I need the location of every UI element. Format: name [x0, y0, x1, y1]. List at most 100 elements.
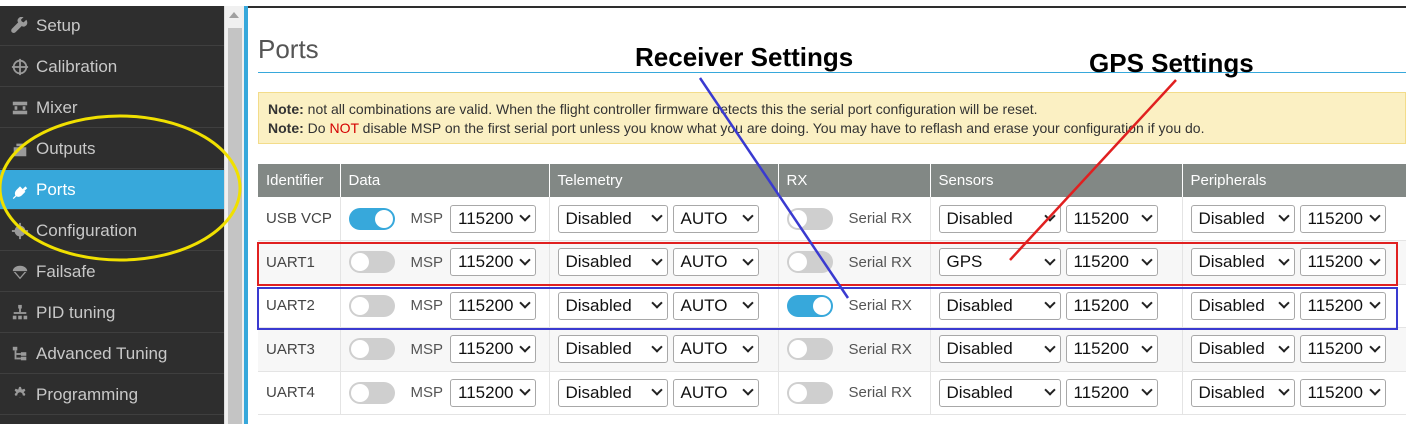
sidebar-item-advanced-tuning[interactable]: Advanced Tuning: [0, 334, 224, 374]
scroll-up-arrow-icon[interactable]: [229, 12, 239, 18]
sidebar-item-mixer[interactable]: Mixer: [0, 88, 224, 128]
header-telemetry: Telemetry: [549, 164, 779, 197]
sensor-baud-select[interactable]: 115200: [1065, 204, 1158, 233]
chevron-down-icon: [650, 384, 663, 396]
toggle-knob: [350, 340, 369, 359]
telemetry-baud-select[interactable]: AUTO: [672, 378, 759, 407]
toggle-knob: [350, 296, 369, 315]
crosshair-icon: [10, 57, 30, 77]
sensors-cell: Disabled 115200: [930, 197, 1183, 241]
sidebar: Setup Calibration Mixer Outputs Ports Co…: [0, 6, 224, 424]
peripheral-select[interactable]: Disabled: [1190, 204, 1295, 233]
sensor-select[interactable]: GPS: [938, 248, 1061, 277]
serial-rx-label: Serial RX: [848, 297, 912, 315]
chevron-down-icon: [741, 384, 754, 396]
msp-toggle[interactable]: [348, 251, 395, 274]
table-header-row: Identifier Data Telemetry RX Sensors Per…: [258, 164, 1406, 197]
telemetry-select[interactable]: Disabled: [557, 291, 668, 320]
peripheral-select[interactable]: Disabled: [1190, 291, 1295, 320]
peripheral-baud-select[interactable]: 115200: [1299, 291, 1386, 320]
select-value: 115200: [458, 295, 514, 315]
chevron-down-icon: [1043, 254, 1056, 266]
peripheral-baud-select[interactable]: 115200: [1299, 335, 1386, 364]
serial-rx-toggle[interactable]: [786, 251, 833, 274]
sidebar-item-pid-tuning[interactable]: PID tuning: [0, 293, 224, 333]
telemetry-select[interactable]: Disabled: [557, 378, 668, 407]
select-value: GPS: [946, 252, 983, 272]
telemetry-select[interactable]: Disabled: [557, 335, 668, 364]
sidebar-item-calibration[interactable]: Calibration: [0, 47, 224, 87]
peripheral-baud-select[interactable]: 115200: [1299, 248, 1386, 277]
chevron-down-icon: [1277, 210, 1290, 222]
table-row: UART3 MSP 115200 Disabled AUTO Serial RX Disab…: [258, 327, 1406, 372]
sidebar-item-label: Ports: [36, 179, 76, 199]
port-identifier-cell: UART4: [258, 371, 341, 415]
msp-baud-select[interactable]: 115200: [450, 204, 537, 233]
msp-baud-select[interactable]: 115200: [450, 378, 537, 407]
serial-rx-toggle[interactable]: [786, 207, 833, 230]
select-value: 115200: [1307, 252, 1363, 272]
msp-baud-select[interactable]: 115200: [450, 291, 537, 320]
sensor-baud-select[interactable]: 115200: [1065, 248, 1158, 277]
plug-icon: [10, 180, 30, 200]
peripheral-baud-select[interactable]: 115200: [1299, 204, 1386, 233]
scroll-thumb[interactable]: [228, 28, 242, 424]
sensors-cell: Disabled 115200: [930, 371, 1183, 415]
sidebar-item-failsafe[interactable]: Failsafe: [0, 252, 224, 292]
serial-rx-label: Serial RX: [848, 384, 912, 402]
msp-toggle[interactable]: [348, 338, 395, 361]
select-value: Disabled: [1198, 208, 1265, 228]
select-value: AUTO: [680, 295, 728, 315]
serial-rx-toggle[interactable]: [786, 338, 833, 361]
sensor-select[interactable]: Disabled: [938, 291, 1061, 320]
msp-toggle[interactable]: [348, 294, 395, 317]
parachute-icon: [10, 262, 30, 282]
select-value: Disabled: [1198, 382, 1265, 402]
table-row: UART2 MSP 115200 Disabled AUTO Serial RX Disab…: [258, 284, 1406, 328]
msp-baud-select[interactable]: 115200: [450, 335, 537, 364]
telemetry-baud-select[interactable]: AUTO: [672, 335, 759, 364]
sensor-baud-select[interactable]: 115200: [1065, 378, 1158, 407]
serial-rx-toggle[interactable]: [786, 381, 833, 404]
msp-baud-select[interactable]: 115200: [450, 248, 537, 277]
select-value: AUTO: [680, 339, 728, 359]
wrench-icon: [10, 16, 30, 36]
sidebar-item-outputs[interactable]: Outputs: [0, 129, 224, 169]
peripheral-select[interactable]: Disabled: [1190, 335, 1295, 364]
telemetry-baud-select[interactable]: AUTO: [672, 204, 759, 233]
sensor-select[interactable]: Disabled: [938, 378, 1061, 407]
toggle-knob: [788, 253, 807, 272]
telemetry-baud-select[interactable]: AUTO: [672, 248, 759, 277]
sidebar-item-label: Calibration: [36, 56, 118, 76]
chevron-down-icon: [650, 297, 663, 309]
sidebar-item-label: Outputs: [36, 138, 96, 158]
sidebar-scrollbar[interactable]: [224, 6, 244, 424]
port-identifier-cell: UART3: [258, 327, 341, 372]
telemetry-baud-select[interactable]: AUTO: [672, 291, 759, 320]
peripheral-select[interactable]: Disabled: [1190, 378, 1295, 407]
msp-toggle[interactable]: [348, 207, 395, 230]
peripheral-baud-select[interactable]: 115200: [1299, 378, 1386, 407]
telemetry-select[interactable]: Disabled: [557, 204, 668, 233]
msp-toggle[interactable]: [348, 381, 395, 404]
port-identifier: UART4: [266, 384, 315, 402]
ports-table: Identifier Data Telemetry RX Sensors Per…: [258, 164, 1406, 415]
telemetry-select[interactable]: Disabled: [557, 248, 668, 277]
select-value: Disabled: [565, 382, 632, 402]
sidebar-item-programming[interactable]: Programming: [0, 375, 224, 415]
sidebar-item-ports[interactable]: Ports: [0, 170, 224, 210]
sidebar-item-setup[interactable]: Setup: [0, 6, 224, 46]
sensor-baud-select[interactable]: 115200: [1065, 291, 1158, 320]
chevron-down-icon: [1277, 297, 1290, 309]
select-value: 115200: [1307, 208, 1363, 228]
sensor-baud-select[interactable]: 115200: [1065, 335, 1158, 364]
serial-rx-toggle[interactable]: [786, 294, 833, 317]
peripherals-cell: Disabled 115200: [1182, 284, 1406, 328]
sidebar-item-configuration[interactable]: Configuration: [0, 211, 224, 251]
sensor-select[interactable]: Disabled: [938, 204, 1061, 233]
sensors-cell: Disabled 115200: [930, 284, 1183, 328]
sensor-select[interactable]: Disabled: [938, 335, 1061, 364]
toggle-knob: [374, 209, 393, 228]
peripherals-cell: Disabled 115200: [1182, 197, 1406, 241]
peripheral-select[interactable]: Disabled: [1190, 248, 1295, 277]
